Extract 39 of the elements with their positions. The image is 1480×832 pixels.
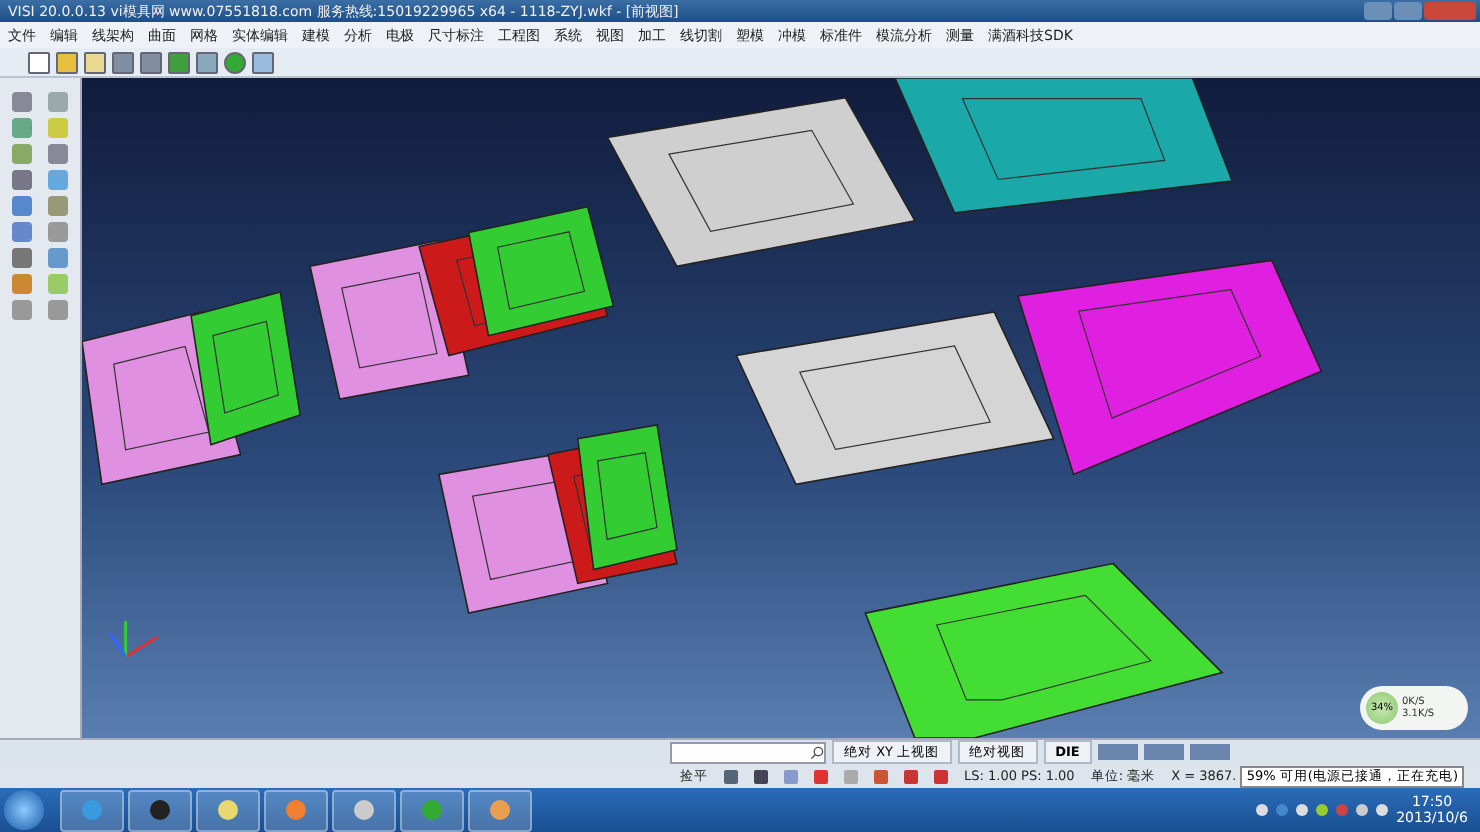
taskbar-app[interactable] (128, 789, 192, 831)
taskbar-app[interactable] (196, 789, 260, 831)
maximize-button[interactable] (1394, 2, 1422, 20)
tool-icon[interactable] (12, 196, 33, 216)
axis-triad-icon (108, 621, 159, 658)
status-icon[interactable] (904, 769, 918, 783)
tool-icon[interactable] (12, 274, 33, 294)
status-icon[interactable] (814, 769, 828, 783)
tool-icon[interactable] (196, 51, 218, 73)
status-icon[interactable] (934, 769, 948, 783)
tool-icon[interactable] (12, 248, 33, 268)
start-button[interactable] (4, 790, 44, 830)
tool-icon[interactable] (168, 51, 190, 73)
tool-icon[interactable] (12, 92, 33, 112)
color-swatch[interactable] (1189, 744, 1230, 760)
tool-icon[interactable] (140, 51, 162, 73)
color-swatch[interactable] (1097, 744, 1138, 760)
tool-icon[interactable] (56, 51, 78, 73)
search-icon (810, 745, 824, 759)
tool-icon[interactable] (47, 222, 68, 242)
color-swatch[interactable] (1143, 744, 1184, 760)
tool-icon[interactable] (12, 170, 33, 190)
tool-icon[interactable] (28, 51, 50, 73)
tool-icon[interactable] (47, 196, 68, 216)
tool-icon[interactable] (224, 51, 246, 73)
command-field[interactable] (670, 741, 826, 763)
tool-icon[interactable] (47, 144, 68, 164)
tool-icon[interactable] (47, 248, 68, 268)
status-icon[interactable] (874, 769, 888, 783)
tool-icon[interactable] (112, 51, 134, 73)
tool-icon[interactable] (12, 222, 33, 242)
tool-icon[interactable] (84, 51, 106, 73)
status-icon[interactable] (724, 769, 738, 783)
tool-icon[interactable] (47, 300, 68, 320)
minimize-button[interactable] (1364, 2, 1392, 20)
status-icon[interactable] (754, 769, 768, 783)
tool-icon[interactable] (252, 51, 274, 73)
tool-icon[interactable] (12, 300, 33, 320)
taskbar-app[interactable] (332, 789, 396, 831)
